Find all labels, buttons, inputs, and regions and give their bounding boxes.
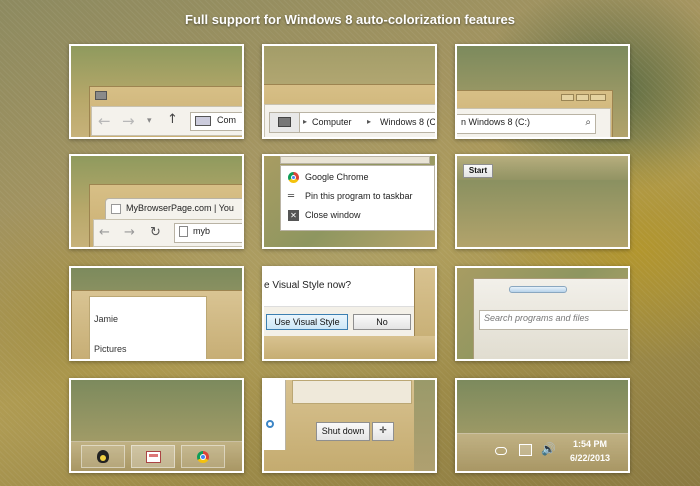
up-arrow-icon[interactable]: ↑ [167,112,178,127]
search-icon[interactable]: ⌕ [585,117,591,128]
tile-start-button: Start [455,154,630,249]
close-button[interactable] [590,94,606,101]
dialog-frame-bottom [264,336,435,359]
breadcrumb-item-computer[interactable]: Computer [312,117,352,127]
shutdown-options-arrow-icon[interactable]: ✛ [372,422,394,441]
menu-item-label: Pin this program to taskbar [305,191,413,201]
address-text: Com [217,115,237,125]
menu-item-close-window[interactable]: ✕ Close window [281,206,434,225]
page-icon [179,226,188,238]
tile-explorer-search: n Windows 8 (C:) ⌕ [455,44,630,139]
tile-shutdown: Shut down ✛ [262,378,437,473]
tile-jump-list: Google Chrome ═ Pin this program to task… [262,154,437,249]
page-favicon-icon [111,204,121,214]
explorer-toolbar: n Windows 8 (C:) ⌕ [457,108,611,137]
back-arrow-icon[interactable]: ← [98,112,111,130]
start-button[interactable]: Start [463,164,493,178]
tile-dialog: e Visual Style now? Use Visual Style No [262,266,437,361]
tile-start-menu-places: Jamie Pictures [69,266,244,361]
address-bar[interactable]: Com [190,112,242,131]
search-icon [266,420,274,428]
reload-icon[interactable]: ↻ [150,225,161,240]
menu-item-google-chrome[interactable]: Google Chrome [281,168,434,187]
clock-time: 1:54 PM [572,439,607,449]
tile-start-search: Search programs and files [455,266,630,361]
chrome-icon [197,451,209,463]
breadcrumb-toolbar: ▸ Computer ▸ Windows 8 (C: [264,104,435,137]
volume-icon[interactable]: 🔊 [541,442,556,456]
chrome-icon [288,172,299,183]
place-item-user[interactable]: Jamie [94,314,118,324]
explorer-toolbar: ← → ▾ ↑ Com [91,106,242,136]
minimize-button[interactable] [561,94,574,101]
menu-item-label: Google Chrome [305,172,369,182]
tile-chrome-browser: MyBrowserPage.com | You ← → ↻ myb [69,154,244,249]
taskbar-button-app[interactable] [131,445,175,468]
places-list: Jamie Pictures [89,296,207,359]
tile-breadcrumb: ▸ Computer ▸ Windows 8 (C: [262,44,437,139]
search-box[interactable]: n Windows 8 (C:) ⌕ [457,114,596,134]
place-item-pictures[interactable]: Pictures [94,344,127,354]
browser-tab[interactable]: MyBrowserPage.com | You [105,198,242,220]
browser-toolbar: ← → ↻ myb [93,219,242,247]
progress-bar [509,286,567,293]
clock[interactable]: 1:54 PM 6/22/2013 [565,437,615,465]
maximize-button[interactable] [576,94,589,101]
window-icon [95,91,107,100]
jumplist-top-strip [280,156,430,164]
close-icon: ✕ [288,210,299,221]
breadcrumb: ▸ Computer ▸ Windows 8 (C: [269,112,435,133]
computer-icon [195,115,211,126]
omnibox-text: myb [193,226,211,236]
tile-taskbar-buttons [69,378,244,473]
app-window-icon [146,451,161,463]
show-hidden-icons-icon[interactable] [495,447,507,455]
back-arrow-icon[interactable]: ← [99,225,110,240]
menu-item-label: Close window [305,210,361,220]
headline: Full support for Windows 8 auto-coloriza… [185,12,515,27]
search-programs-input[interactable]: Search programs and files [479,310,628,330]
use-visual-style-button[interactable]: Use Visual Style [266,314,348,330]
breadcrumb-separator-icon[interactable]: ▸ [303,117,307,126]
breadcrumb-item-drive[interactable]: Windows 8 (C: [380,117,435,127]
forward-arrow-icon[interactable]: → [122,112,135,130]
tile-notification-area: 🔊 1:54 PM 6/22/2013 [455,378,630,473]
taskbar: 🔊 1:54 PM 6/22/2013 [457,433,628,471]
shut-down-button[interactable]: Shut down [316,422,370,441]
search-text: n Windows 8 (C:) [461,117,531,127]
drive-icon [270,113,300,132]
dialog-question: e Visual Style now? [264,280,352,291]
omnibox[interactable]: myb [174,223,242,243]
taskbar-button-chrome[interactable] [181,445,225,468]
programs-pane [264,380,286,450]
penguin-icon [97,450,109,463]
pin-icon: ═ [288,191,295,202]
history-dropdown-icon[interactable]: ▾ [147,115,152,126]
jump-list-menu: Google Chrome ═ Pin this program to task… [280,165,435,231]
taskbar-button-penguin[interactable] [81,445,125,468]
breadcrumb-separator-icon[interactable]: ▸ [367,117,371,126]
no-button[interactable]: No [353,314,411,330]
right-frame-edge [414,380,435,471]
taskbar [71,441,242,471]
search-placeholder: Search programs and files [484,313,590,323]
clock-date: 6/22/2013 [569,453,611,463]
tab-title: MyBrowserPage.com | You [126,203,234,213]
right-pane-edge [292,380,412,404]
tile-explorer-window: ← → ▾ ↑ Com [69,44,244,139]
menu-item-pin-to-taskbar[interactable]: ═ Pin this program to taskbar [281,187,434,206]
forward-arrow-icon[interactable]: → [124,225,135,240]
network-icon[interactable] [519,444,532,456]
